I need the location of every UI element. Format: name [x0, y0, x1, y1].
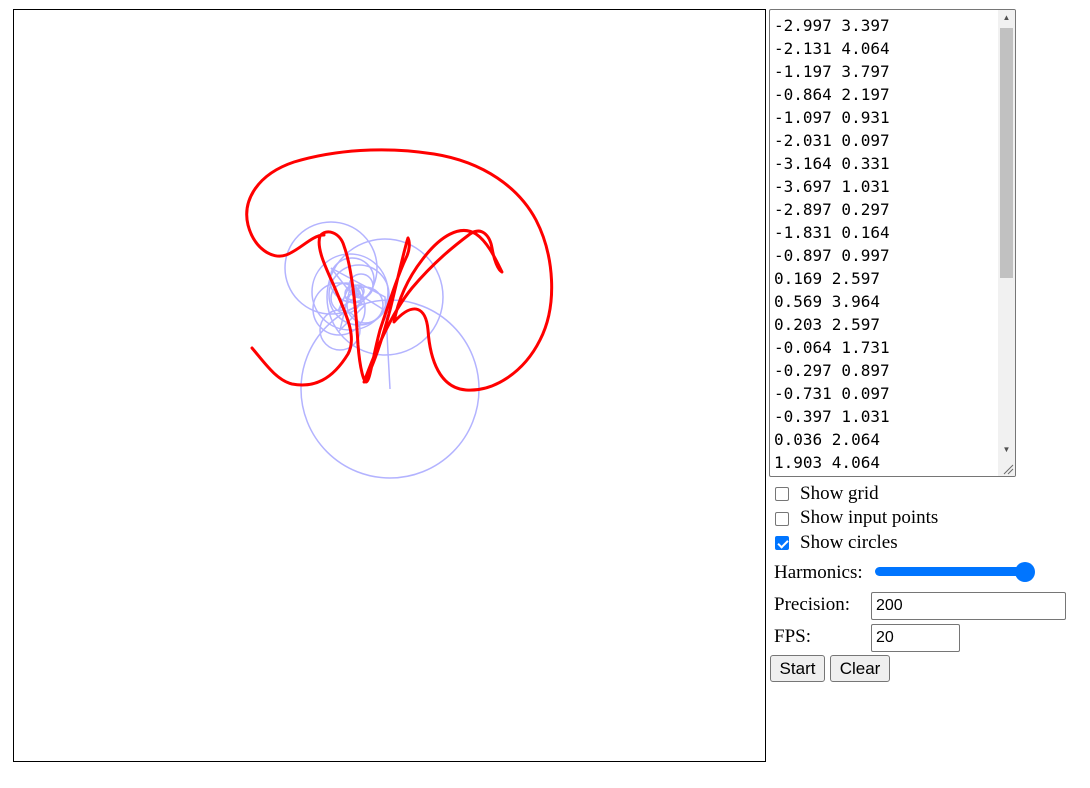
scroll-down-icon[interactable]: ▼ [998, 444, 1015, 456]
fourier-curve [245, 148, 554, 392]
point-line: -0.297 0.897 [774, 361, 890, 380]
precision-input[interactable]: 200 [871, 592, 1066, 620]
harmonics-slider[interactable] [875, 562, 1035, 582]
point-line: -3.164 0.331 [774, 154, 890, 173]
harmonics-label: Harmonics: [774, 562, 863, 583]
canvas-svg [245, 148, 554, 479]
point-line: 0.569 3.964 [774, 292, 880, 311]
epicycle-circles [284, 221, 480, 479]
show-input-points-label: Show input points [800, 507, 939, 528]
point-line: 0.169 2.597 [774, 269, 880, 288]
start-button[interactable]: Start [770, 655, 825, 682]
point-line: -2.897 0.297 [774, 200, 890, 219]
show-circles-label: Show circles [800, 532, 898, 553]
point-line: 1.903 4.064 [774, 453, 880, 472]
point-line: -2.031 0.097 [774, 131, 890, 150]
point-line: 0.036 2.064 [774, 430, 880, 449]
drawing-canvas[interactable] [13, 9, 766, 762]
point-line: -0.864 2.197 [774, 85, 890, 104]
fps-label: FPS: [774, 626, 811, 647]
point-line: -1.097 0.931 [774, 108, 890, 127]
point-line: -2.131 4.064 [774, 39, 890, 58]
input-points-textarea[interactable]: -2.997 3.397 -2.131 4.064 -1.197 3.797 -0.8… [769, 9, 1016, 477]
point-line: -0.731 0.097 [774, 384, 890, 403]
point-line: -0.397 1.031 [774, 407, 890, 426]
show-grid-label: Show grid [800, 483, 879, 504]
point-line: -0.064 1.731 [774, 338, 890, 357]
point-line: -1.197 3.797 [774, 62, 890, 81]
precision-label: Precision: [774, 594, 850, 615]
point-line: -0.897 0.997 [774, 246, 890, 265]
point-line: -1.831 0.164 [774, 223, 890, 242]
point-line: 0.203 2.597 [774, 315, 880, 334]
harmonics-slider-thumb[interactable] [1015, 562, 1035, 582]
point-line: -2.997 3.397 [774, 16, 890, 35]
scroll-up-icon[interactable]: ▲ [998, 12, 1015, 24]
points-list: -2.997 3.397 -2.131 4.064 -1.197 3.797 -0.8… [774, 14, 890, 474]
point-line: -3.697 1.031 [774, 177, 890, 196]
harmonics-slider-track [875, 567, 1033, 576]
show-circles-checkbox[interactable] [775, 536, 789, 550]
fps-input[interactable]: 20 [871, 624, 960, 652]
show-grid-checkbox[interactable] [775, 487, 789, 501]
vertical-scrollbar[interactable]: ▲ ▼ [998, 10, 1015, 476]
resize-grip-icon[interactable] [998, 459, 1015, 476]
scrollbar-thumb[interactable] [1000, 28, 1013, 278]
clear-button[interactable]: Clear [830, 655, 890, 682]
show-input-points-checkbox[interactable] [775, 512, 789, 526]
